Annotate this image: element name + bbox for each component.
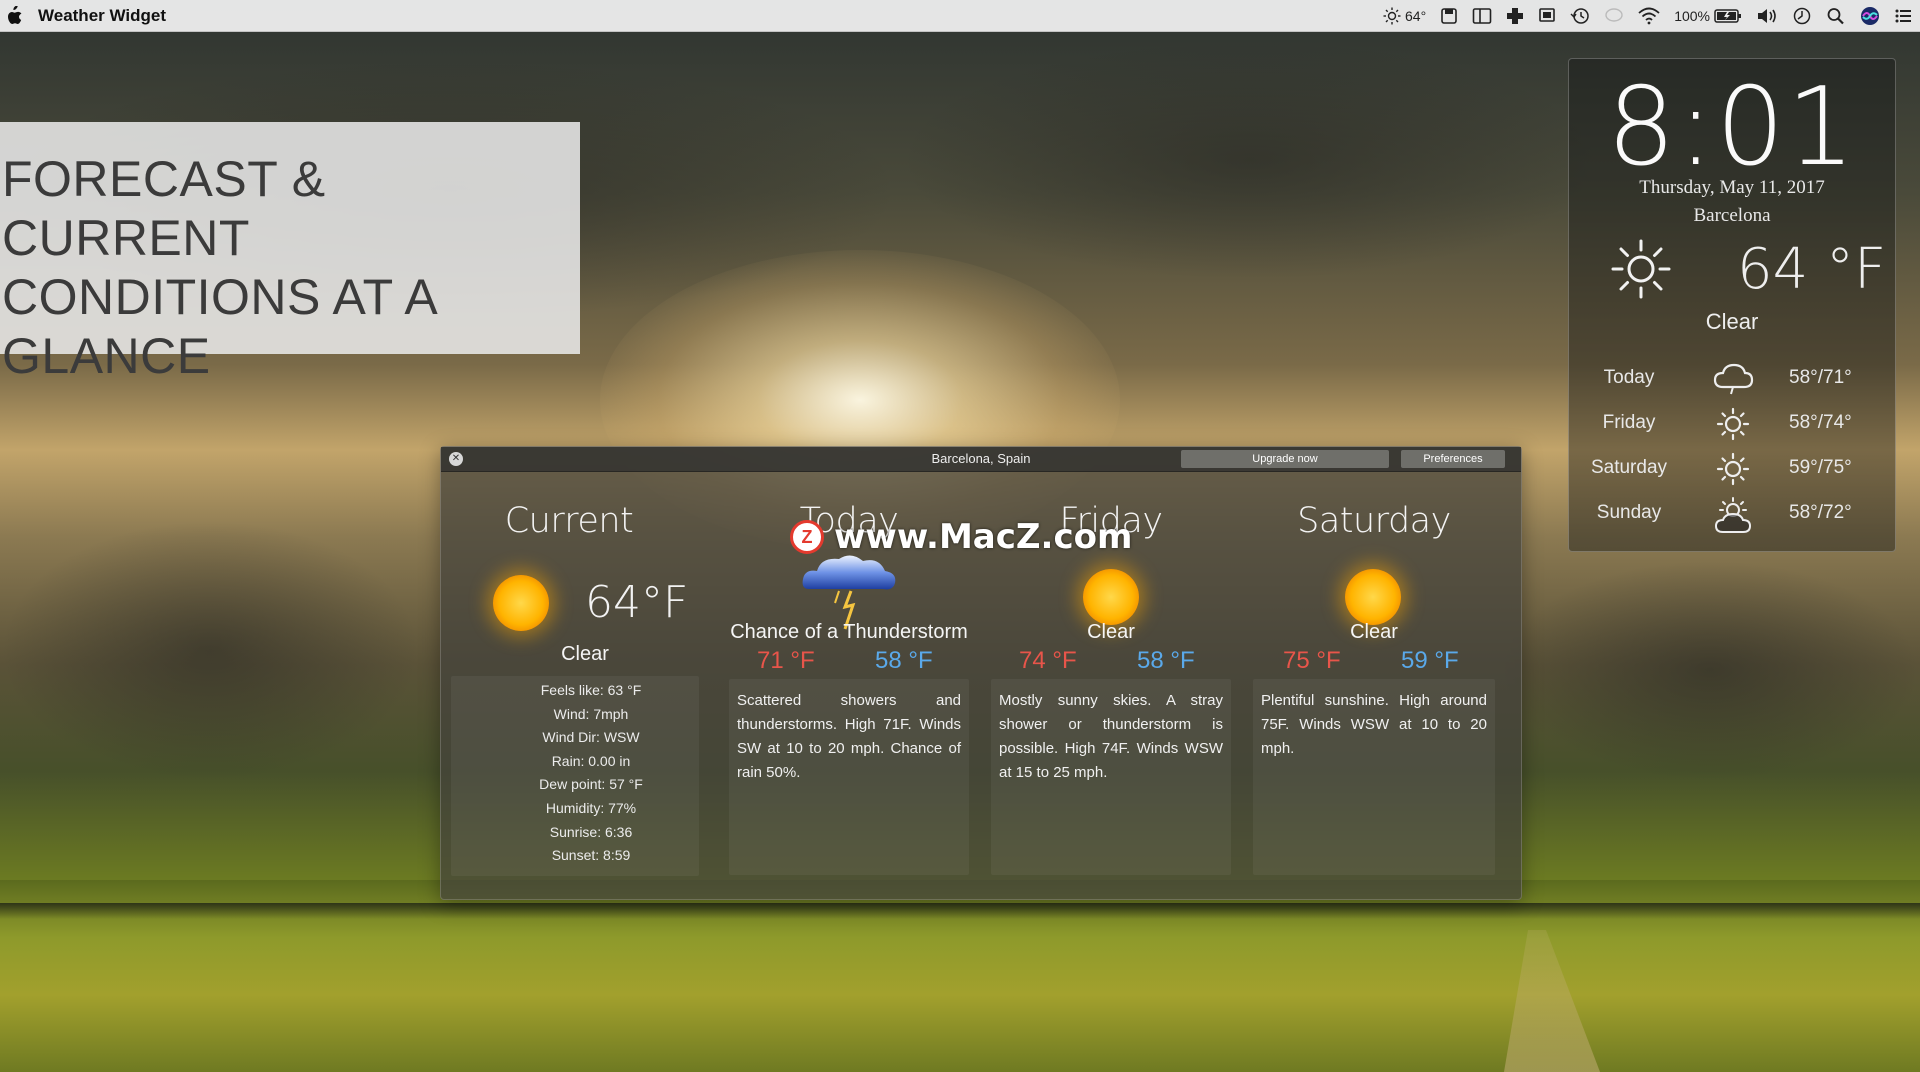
watermark: Z www.MacZ.com <box>790 517 1133 557</box>
forecast-row: Sunday 58°/72° <box>1569 494 1895 534</box>
clock-date: Thursday, May 11, 2017 <box>1639 177 1825 198</box>
today-condition: Chance of a Thunderstorm <box>730 621 968 643</box>
siri-icon[interactable] <box>1860 6 1880 26</box>
forecast-range: 58°/72° <box>1789 502 1852 523</box>
forecast-day: Saturday <box>1590 457 1668 478</box>
sun-icon <box>1716 407 1750 441</box>
current-condition: Clear <box>561 643 609 665</box>
forecast-range: 58°/74° <box>1789 412 1852 433</box>
banner-line-1: FORECAST & CURRENT <box>2 151 326 266</box>
forecast-row: Friday 58°/74° <box>1569 404 1895 444</box>
detail-wind-direction: Wind Dir: WSW <box>542 729 640 746</box>
watermark-logo: Z <box>790 520 824 554</box>
today-high: 71 °F <box>757 647 815 674</box>
clock-icon[interactable] <box>1792 7 1812 25</box>
window-titlebar[interactable]: ✕ Barcelona, Spain Upgrade now Preferenc… <box>441 447 1521 472</box>
wifi-icon[interactable] <box>1638 7 1660 25</box>
saturday-condition: Clear <box>1350 621 1398 643</box>
upgrade-now-button[interactable]: Upgrade now <box>1181 450 1389 468</box>
sidebar-window-icon[interactable] <box>1472 7 1492 25</box>
current-details: Feels like: 63 °F Wind: 7mph Wind Dir: W… <box>457 679 725 868</box>
forecast-day: Today <box>1603 367 1655 388</box>
friday-description: Mostly sunny skies. A stray shower or th… <box>999 692 1223 781</box>
volume-icon[interactable] <box>1756 7 1778 25</box>
watermark-text: www.MacZ.com <box>834 517 1133 557</box>
detail-humidity: Humidity: 77% <box>545 799 637 816</box>
sun-icon <box>1716 452 1750 486</box>
menubar-temperature: 64° <box>1405 7 1427 24</box>
notification-center-icon[interactable] <box>1894 7 1912 25</box>
detail-feels-like: Feels like: 63 °F <box>540 682 642 698</box>
treeline <box>0 903 1920 919</box>
clock-weather-widget[interactable]: 8:01 Thursday, May 11, 2017 Barcelona 64… <box>1568 58 1896 552</box>
sun-icon <box>1083 569 1139 625</box>
clock-city: Barcelona <box>1693 205 1771 226</box>
detail-wind: Wind: 7mph <box>553 705 629 722</box>
today-description: Scattered showers and thunderstorms. Hig… <box>737 692 961 781</box>
display-icon[interactable] <box>1538 7 1556 25</box>
message-bubble-icon[interactable] <box>1604 7 1624 25</box>
cloud-shadow <box>0 520 420 780</box>
friday-condition: Clear <box>1087 621 1135 643</box>
forecast-row: Today 58°/71° <box>1569 359 1895 399</box>
time-machine-icon[interactable] <box>1570 7 1590 25</box>
today-low: 58 °F <box>875 647 933 674</box>
status-menus: 64° 100% <box>1383 6 1920 26</box>
promo-banner: FORECAST & CURRENT CONDITIONS AT A GLANC… <box>0 122 580 384</box>
sun-icon <box>493 575 549 631</box>
forecast-range: 59°/75° <box>1789 457 1852 478</box>
saturday-high: 75 °F <box>1283 647 1341 674</box>
banner-line-3: GLANCE <box>2 328 211 384</box>
saturday-description: Plentiful sunshine. High around 75F. Win… <box>1261 692 1487 757</box>
preferences-button[interactable]: Preferences <box>1401 450 1505 468</box>
detail-sunset: Sunset: 8:59 <box>551 847 631 864</box>
save-disk-icon[interactable] <box>1440 7 1458 25</box>
weather-window: ✕ Barcelona, Spain Upgrade now Preferenc… <box>440 446 1522 900</box>
forecast-range: 58°/71° <box>1789 367 1852 388</box>
plus-cross-icon[interactable] <box>1506 7 1524 25</box>
current-column: Current 64°F Clear Feels like: 63 °F Win… <box>441 471 709 899</box>
saturday-heading: Saturday <box>1297 501 1451 541</box>
current-heading: Current <box>504 501 634 541</box>
cloud-shadow <box>900 40 1600 280</box>
partly-cloudy-icon <box>1714 497 1752 533</box>
app-name[interactable]: Weather Widget <box>38 6 166 26</box>
friday-high: 74 °F <box>1019 647 1077 674</box>
sun-icon <box>1383 7 1401 24</box>
forecast-day: Friday <box>1602 412 1656 433</box>
battery-status[interactable]: 100% <box>1674 8 1742 24</box>
saturday-column: Saturday Clear 75 °F 59 °F Plentiful sun… <box>1243 471 1505 899</box>
detail-sunrise: Sunrise: 6:36 <box>549 823 633 840</box>
menu-bar: Weather Widget 64° 100% <box>0 0 1920 32</box>
clock-condition: Clear <box>1705 309 1759 334</box>
banner-line-2: CONDITIONS AT A <box>2 269 439 325</box>
forecast-day: Sunday <box>1596 502 1662 523</box>
detail-dew-point: Dew point: 57 °F <box>539 776 643 793</box>
battery-icon <box>1714 8 1741 23</box>
menubar-weather[interactable]: 64° <box>1383 7 1426 25</box>
friday-low: 58 °F <box>1137 647 1195 674</box>
forecast-row: Saturday 59°/75° <box>1569 449 1895 489</box>
clock-temperature: 64 °F <box>1737 237 1887 302</box>
spotlight-search-icon[interactable] <box>1826 7 1846 25</box>
apple-menu-icon[interactable] <box>4 5 22 26</box>
current-temperature: 64°F <box>585 577 689 628</box>
sun-icon <box>1345 569 1401 625</box>
saturday-low: 59 °F <box>1401 647 1459 674</box>
desktop: Weather Widget 64° 100% FORECAST & CURRE… <box>0 0 1920 1072</box>
sun-icon <box>1611 239 1671 299</box>
detail-rain: Rain: 0.00 in <box>551 752 631 769</box>
cloud-icon <box>1713 363 1754 395</box>
battery-percentage: 100% <box>1674 7 1710 24</box>
clock-time: 8:01 <box>1606 65 1858 190</box>
cloud-shadow <box>1500 560 1920 780</box>
